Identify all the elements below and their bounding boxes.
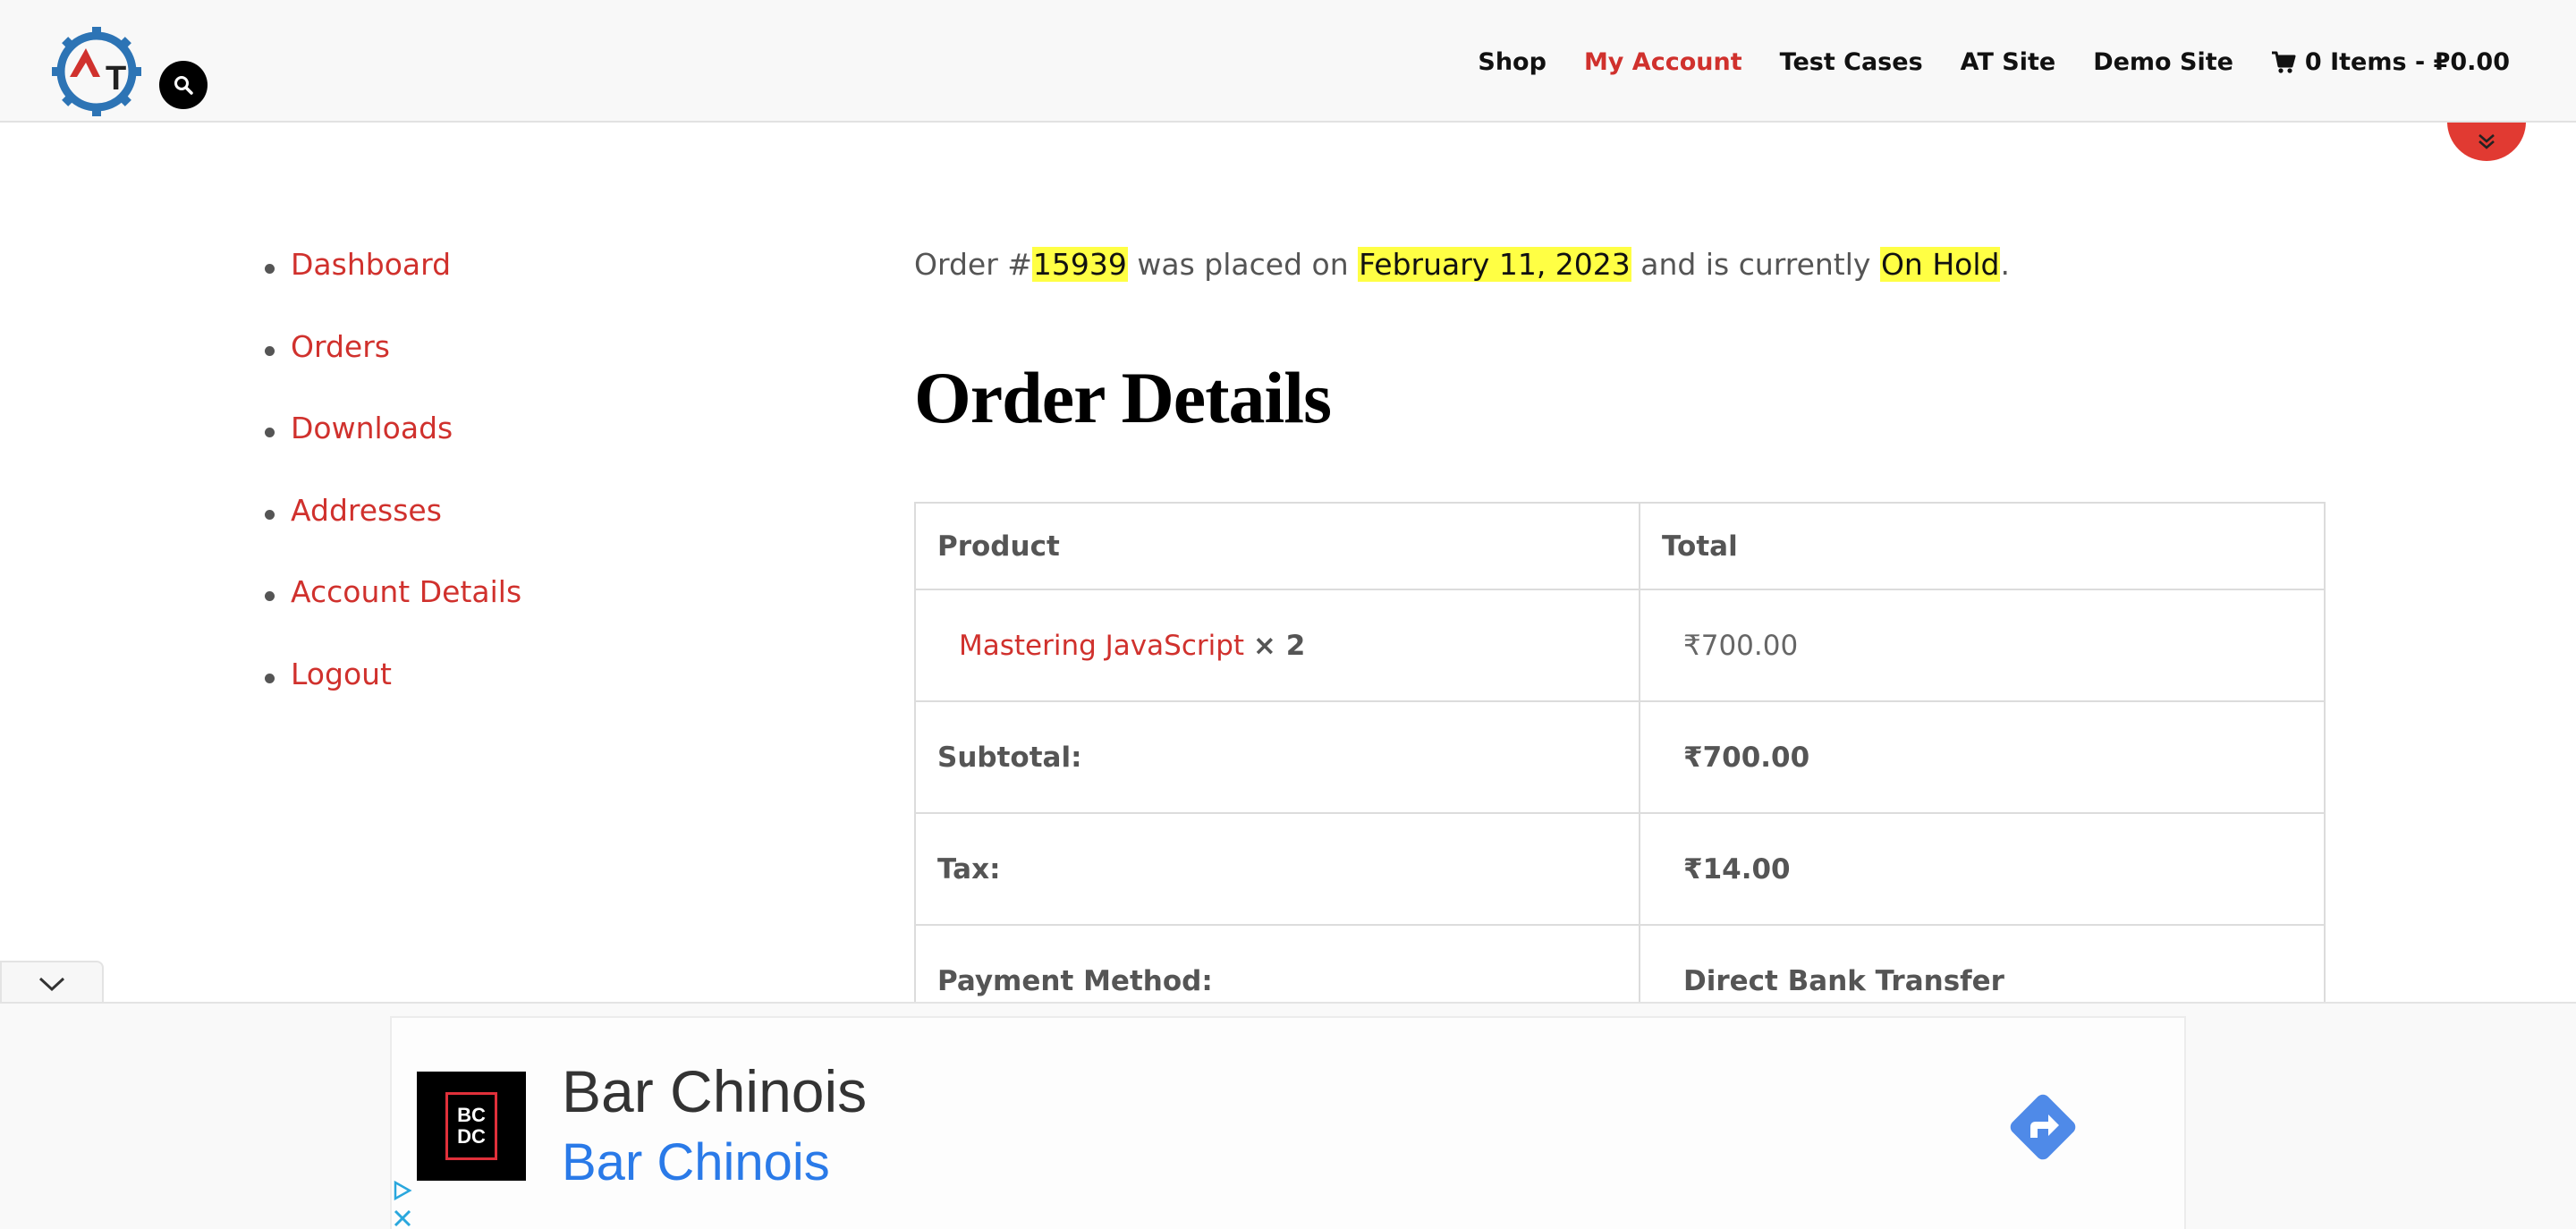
tax-value: ₹14.00 (1683, 852, 1791, 886)
order-status-text: and is currently (1631, 247, 1880, 282)
ad-collapse-button[interactable] (0, 961, 104, 1005)
account-nav-item-orders: Orders (265, 329, 521, 411)
cart-summary: 0 Items - ₽0.00 (2304, 48, 2510, 76)
chevron-down-icon (38, 977, 65, 992)
order-number: 15939 (1031, 247, 1128, 282)
ad-choices-icon[interactable] (390, 1179, 417, 1229)
tax-label: Tax: (914, 812, 1640, 926)
account-nav-item-downloads: Downloads (265, 411, 521, 493)
table-row-tax: Tax: ₹14.00 (914, 812, 2326, 926)
nav-demo-site[interactable]: Demo Site (2093, 48, 2233, 76)
table-row-order-item: Mastering JavaScript × 2 ₹700.00 (914, 589, 2326, 702)
table-row-subtotal: Subtotal: ₹700.00 (914, 700, 2326, 814)
account-nav-item-account-details: Account Details (265, 574, 521, 657)
main-nav: Shop My Account Test Cases AT Site Demo … (1478, 48, 2510, 76)
table-header-row: Product Total (914, 502, 2326, 590)
ad-logo-bottom: DC (457, 1125, 486, 1148)
account-nav-link-account-details[interactable]: Account Details (291, 574, 521, 609)
cart-icon (2271, 51, 2296, 73)
order-suffix: . (2000, 247, 2010, 282)
product-quantity: × 2 (1252, 629, 1306, 662)
nav-test-cases[interactable]: Test Cases (1780, 48, 1923, 76)
order-status: On Hold (1879, 247, 2001, 282)
search-button[interactable] (159, 61, 208, 109)
payment-method-value: Direct Bank Transfer (1683, 964, 2004, 997)
product-total-cell: ₹700.00 (1639, 589, 2326, 702)
ad-subtitle-link[interactable]: Bar Chinois (562, 1132, 830, 1192)
nav-at-site[interactable]: AT Site (1961, 48, 2056, 76)
ad-title[interactable]: Bar Chinois (562, 1057, 867, 1125)
column-header-product: Product (914, 502, 1640, 590)
site-logo[interactable]: T (50, 25, 143, 118)
order-prefix: Order # (914, 247, 1032, 282)
account-navigation: Dashboard Orders Downloads Addresses Acc… (265, 247, 521, 738)
tax-cell: ₹14.00 (1639, 812, 2326, 926)
ad-logo[interactable]: BC DC (417, 1072, 526, 1181)
nav-cart[interactable]: 0 Items - ₽0.00 (2271, 48, 2510, 76)
directions-icon[interactable] (2000, 1084, 2086, 1170)
nav-my-account[interactable]: My Account (1584, 48, 1742, 76)
subtotal-label: Subtotal: (914, 700, 1640, 814)
ad-logo-mark: BC DC (445, 1092, 497, 1160)
account-nav-item-logout: Logout (265, 657, 521, 739)
account-nav-link-dashboard[interactable]: Dashboard (291, 247, 451, 282)
double-chevron-down-icon (2479, 134, 2495, 149)
order-details-title: Order Details (914, 357, 1332, 438)
nav-shop[interactable]: Shop (1478, 48, 1546, 76)
product-total: ₹700.00 (1683, 629, 1799, 662)
product-link[interactable]: Mastering JavaScript (959, 630, 1244, 662)
order-details-table: Product Total Mastering JavaScript × 2 ₹… (914, 502, 2326, 1038)
search-icon (174, 76, 193, 95)
order-status-line: Order #15939 was placed on February 11, … (914, 247, 2010, 282)
logo-letter: T (106, 60, 126, 97)
account-nav-link-addresses[interactable]: Addresses (291, 493, 442, 528)
account-nav-item-addresses: Addresses (265, 493, 521, 575)
account-nav-item-dashboard: Dashboard (265, 247, 521, 329)
ad-logo-top: BC (457, 1104, 486, 1126)
account-nav-link-logout[interactable]: Logout (291, 657, 392, 691)
site-header: T Shop My Account Test Cases AT Site Dem… (0, 0, 2576, 123)
subtotal-value: ₹700.00 (1683, 741, 1810, 774)
subtotal-cell: ₹700.00 (1639, 700, 2326, 814)
column-header-total: Total (1639, 502, 2326, 590)
order-date: February 11, 2023 (1358, 247, 1631, 282)
account-nav-link-orders[interactable]: Orders (291, 329, 390, 364)
product-cell: Mastering JavaScript × 2 (914, 589, 1640, 702)
account-nav-link-downloads[interactable]: Downloads (291, 411, 453, 445)
order-placed-text: was placed on (1127, 247, 1359, 282)
